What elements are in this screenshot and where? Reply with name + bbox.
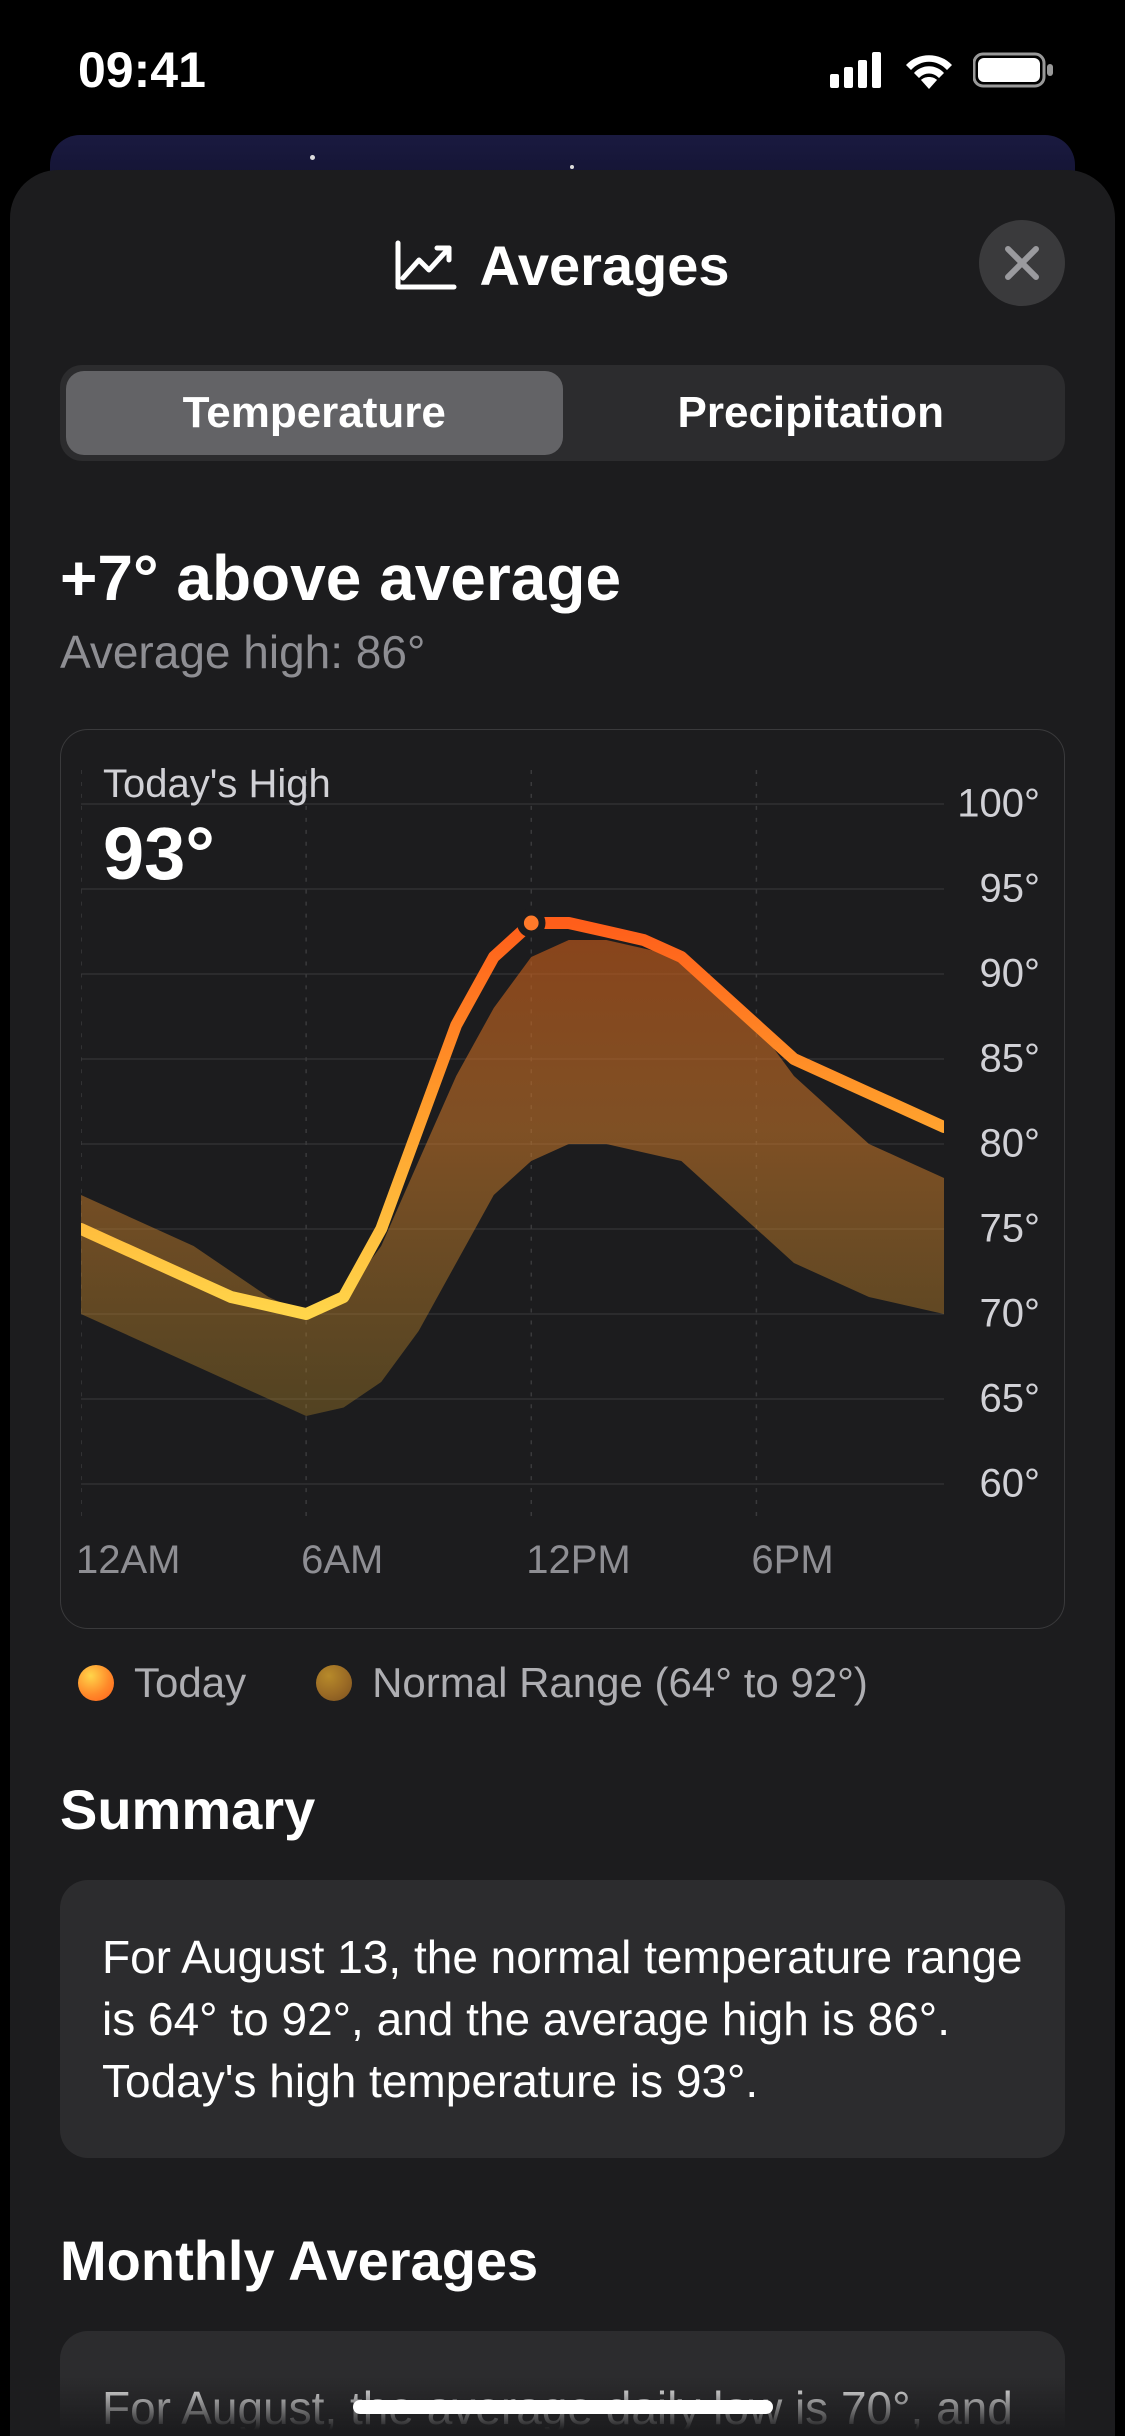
status-bar: 09:41 — [0, 0, 1125, 140]
chart-legend: Today Normal Range (64° to 92°) — [60, 1659, 1065, 1707]
chart-card: Today's High 93° 100° 95° 90° 85° 80° 75° 70° 6… — [60, 729, 1065, 1629]
x-tick: 12PM — [526, 1538, 631, 1583]
legend-label-range: Normal Range (64° to 92°) — [372, 1659, 868, 1707]
wifi-icon — [903, 51, 955, 89]
status-indicators — [830, 51, 1055, 89]
cellular-icon — [830, 52, 885, 88]
sheet-title: Averages — [479, 233, 729, 298]
y-tick: 70° — [980, 1292, 1041, 1337]
chart-badge-value: 93° — [103, 811, 331, 896]
y-tick: 75° — [980, 1207, 1041, 1252]
monthly-title: Monthly Averages — [60, 2228, 1065, 2293]
chart-y-axis: 100° 95° 90° 85° 80° 75° 70° 65° 60° — [942, 770, 1052, 1518]
legend-label-today: Today — [134, 1659, 246, 1707]
headline-main: +7° above average — [60, 541, 1065, 615]
battery-icon — [973, 51, 1055, 89]
chart-badge-label: Today's High — [103, 762, 331, 807]
legend-swatch-today-icon — [78, 1665, 114, 1701]
chart-badge: Today's High 93° — [103, 762, 331, 896]
summary-box: For August 13, the normal temperature ra… — [60, 1880, 1065, 2158]
y-tick: 60° — [980, 1462, 1041, 1507]
status-time: 09:41 — [78, 41, 206, 99]
segmented-control: Temperature Precipitation — [60, 365, 1065, 461]
monthly-box: For August, the average daily low is 70°… — [60, 2331, 1065, 2436]
chart-x-axis: 12AM6AM12PM6PM — [81, 1538, 944, 1598]
legend-swatch-range-icon — [316, 1665, 352, 1701]
y-tick: 80° — [980, 1122, 1041, 1167]
home-indicator[interactable] — [353, 2400, 773, 2414]
sheet-header: Averages — [60, 210, 1065, 320]
y-tick: 85° — [980, 1037, 1041, 1082]
averages-sheet: Averages Temperature Precipitation +7° a… — [10, 170, 1115, 2436]
chart-trend-icon — [395, 240, 457, 290]
legend-item-range: Normal Range (64° to 92°) — [316, 1659, 868, 1707]
y-tick: 95° — [980, 867, 1041, 912]
close-button[interactable] — [979, 220, 1065, 306]
y-tick: 90° — [980, 952, 1041, 997]
x-tick: 6PM — [751, 1538, 833, 1583]
close-icon — [1002, 243, 1042, 283]
summary-title: Summary — [60, 1777, 1065, 1842]
x-tick: 12AM — [76, 1538, 181, 1583]
y-tick: 100° — [957, 782, 1040, 827]
segment-temperature[interactable]: Temperature — [66, 371, 563, 455]
segment-precipitation[interactable]: Precipitation — [563, 371, 1060, 455]
y-tick: 65° — [980, 1377, 1041, 1422]
headline-sub: Average high: 86° — [60, 625, 1065, 679]
sheet-title-group: Averages — [395, 233, 729, 298]
headline: +7° above average Average high: 86° — [60, 541, 1065, 679]
legend-item-today: Today — [78, 1659, 246, 1707]
x-tick: 6AM — [301, 1538, 383, 1583]
